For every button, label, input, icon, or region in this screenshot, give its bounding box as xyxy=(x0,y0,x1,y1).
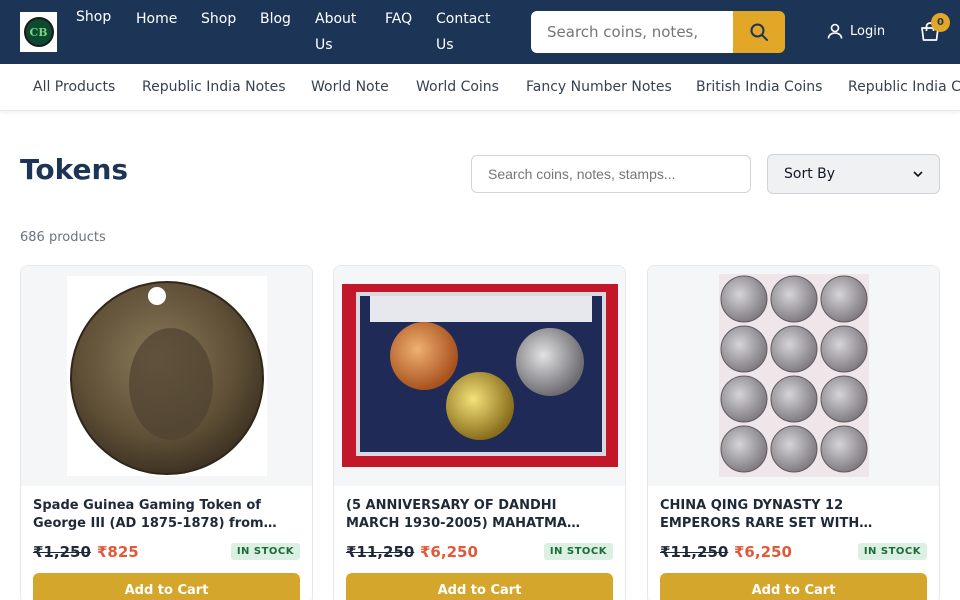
category-fancy-number-notes[interactable]: Fancy Number Notes xyxy=(526,64,672,110)
sale-price: ₹6,250 xyxy=(734,543,792,561)
product-card[interactable]: (5 ANNIVERSARY OF DANDHI MARCH 1930-2005… xyxy=(333,265,626,600)
coin-grid-image xyxy=(648,266,939,486)
token-coin-image xyxy=(21,266,312,486)
original-price: ₹1,250 xyxy=(33,543,91,561)
product-card[interactable]: Spade Guinea Gaming Token of George III … xyxy=(20,265,313,600)
category-world-coins[interactable]: World Coins xyxy=(416,64,499,110)
login-label: Login xyxy=(850,23,886,39)
original-price: ₹11,250 xyxy=(346,543,415,561)
category-british-india-coins[interactable]: British India Coins xyxy=(696,64,822,110)
product-card[interactable]: CHINA QING DYNASTY 12 EMPERORS RARE SET … xyxy=(647,265,940,600)
coin-set-image xyxy=(334,266,625,486)
nav-faq[interactable]: FAQ xyxy=(385,6,412,32)
sale-price: ₹6,250 xyxy=(420,543,478,561)
product-title[interactable]: (5 ANNIVERSARY OF DANDHI MARCH 1930-2005… xyxy=(346,497,614,533)
original-price: ₹11,250 xyxy=(660,543,729,561)
add-to-cart-button[interactable]: Add to Cart xyxy=(660,573,927,600)
nav-shop-dropdown[interactable]: Shop xyxy=(76,4,111,30)
sort-label: Sort By xyxy=(784,166,836,182)
logo-mark: CB xyxy=(23,17,54,47)
chevron-down-icon xyxy=(913,171,923,178)
product-count: 686 products xyxy=(20,230,106,245)
sale-price: ₹825 xyxy=(97,543,139,561)
product-title[interactable]: Spade Guinea Gaming Token of George III … xyxy=(33,497,301,533)
header-search-button[interactable] xyxy=(733,11,785,53)
product-search-input[interactable] xyxy=(471,155,751,193)
nav-contact[interactable]: Contact Us xyxy=(436,6,506,58)
product-image[interactable] xyxy=(648,266,939,486)
stock-badge: IN STOCK xyxy=(230,543,300,560)
cart-count-badge: 0 xyxy=(931,13,950,32)
site-logo[interactable]: CB xyxy=(20,12,57,52)
product-title[interactable]: CHINA QING DYNASTY 12 EMPERORS RARE SET … xyxy=(660,497,928,533)
top-header: CB Shop Home Shop Blog About Us FAQ Cont… xyxy=(0,0,960,64)
header-search-input[interactable] xyxy=(531,11,733,53)
nav-home[interactable]: Home xyxy=(136,6,177,32)
nav-about[interactable]: About Us xyxy=(315,6,365,58)
category-world-note[interactable]: World Note xyxy=(311,64,389,110)
stock-badge: IN STOCK xyxy=(857,543,927,560)
add-to-cart-button[interactable]: Add to Cart xyxy=(33,573,300,600)
category-bar: All Products Republic India Notes World … xyxy=(0,64,960,111)
nav-shop[interactable]: Shop xyxy=(201,6,236,32)
product-image[interactable] xyxy=(334,266,625,486)
category-republic-india-coins[interactable]: Republic India Coins xyxy=(848,64,960,110)
category-all-products[interactable]: All Products xyxy=(33,64,115,110)
sort-select[interactable]: Sort By xyxy=(767,154,940,194)
add-to-cart-button[interactable]: Add to Cart xyxy=(346,573,613,600)
user-icon xyxy=(827,23,843,39)
product-image[interactable] xyxy=(21,266,312,486)
page-title: Tokens xyxy=(20,153,129,186)
login-link[interactable]: Login xyxy=(826,22,885,40)
category-republic-india-notes[interactable]: Republic India Notes xyxy=(142,64,286,110)
search-icon xyxy=(750,23,768,41)
nav-blog[interactable]: Blog xyxy=(260,6,291,32)
stock-badge: IN STOCK xyxy=(543,543,613,560)
